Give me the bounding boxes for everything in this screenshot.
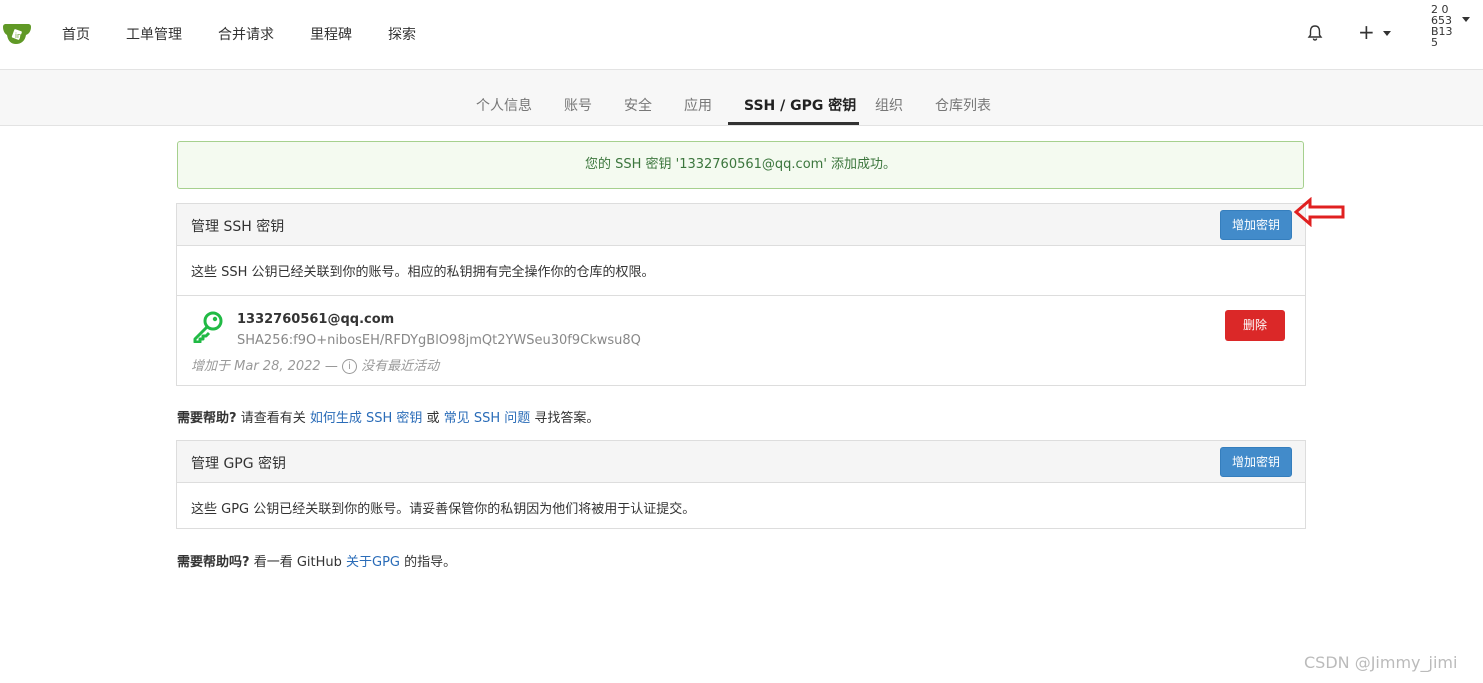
add-ssh-key-button[interactable]: 增加密钥 [1220, 210, 1292, 240]
gpg-help-text2: 的指导。 [404, 555, 457, 570]
ssh-help-text2: 或 [426, 411, 440, 426]
nav-home[interactable]: 首页 [62, 24, 90, 44]
ssh-key-item: 1332760561@qq.com SHA256:f9O+nibosEH/RFD… [177, 296, 1305, 385]
create-new-button[interactable]: + [1358, 22, 1375, 42]
ssh-keys-panel: 管理 SSH 密钥 增加密钥 这些 SSH 公钥已经关联到你的账号。相应的私钥拥… [176, 203, 1306, 386]
ssh-key-fingerprint: SHA256:f9O+nibosEH/RFDYgBlO98jmQt2YWSeu3… [237, 333, 641, 348]
ssh-panel-title: 管理 SSH 密钥 [191, 219, 285, 235]
nav-milestones[interactable]: 里程碑 [310, 24, 352, 44]
ssh-panel-header: 管理 SSH 密钥 增加密钥 [177, 204, 1305, 246]
tab-repositories[interactable]: 仓库列表 [935, 95, 991, 115]
gpg-keys-panel: 管理 GPG 密钥 增加密钥 这些 GPG 公钥已经关联到你的账号。请妥善保管你… [176, 440, 1306, 529]
gpg-help-text1: 看一看 GitHub [253, 555, 342, 570]
ssh-help-text1: 请查看有关 [240, 411, 306, 426]
nav-explore[interactable]: 探索 [388, 24, 416, 44]
ssh-key-meta: 增加于 Mar 28, 2022 — i 没有最近活动 [191, 355, 439, 374]
add-gpg-key-button[interactable]: 增加密钥 [1220, 447, 1292, 477]
ssh-key-added-date: 增加于 Mar 28, 2022 — [191, 359, 338, 374]
success-flash-message: 您的 SSH 密钥 '1332760561@qq.com' 添加成功。 [177, 141, 1304, 189]
tab-security[interactable]: 安全 [624, 95, 652, 115]
create-dropdown-caret-icon[interactable] [1383, 31, 1391, 36]
tab-profile[interactable]: 个人信息 [476, 95, 532, 115]
notification-bell-icon[interactable] [1306, 24, 1324, 42]
tab-organizations[interactable]: 组织 [875, 95, 903, 115]
info-icon: i [341, 359, 357, 374]
active-tab-indicator [728, 122, 859, 125]
settings-tabs: 个人信息 账号 安全 应用 SSH / GPG 密钥 组织 仓库列表 [0, 70, 1483, 126]
ssh-help-text3: 寻找答案。 [534, 411, 600, 426]
ssh-key-name: 1332760561@qq.com [237, 312, 395, 327]
user-menu-caret-icon[interactable] [1462, 17, 1470, 22]
gpg-panel-header: 管理 GPG 密钥 增加密钥 [177, 441, 1305, 483]
ssh-help-text: 需要帮助? 请查看有关 如何生成 SSH 密钥 或 常见 SSH 问题 寻找答案… [177, 407, 599, 426]
nav-issues[interactable]: 工单管理 [126, 24, 182, 44]
gpg-help-prefix: 需要帮助吗? [177, 555, 250, 570]
about-gpg-link[interactable]: 关于GPG [346, 555, 400, 570]
tab-ssh-gpg-keys[interactable]: SSH / GPG 密钥 [744, 95, 856, 115]
ssh-key-activity: 没有最近活动 [361, 359, 440, 374]
ssh-description: 这些 SSH 公钥已经关联到你的账号。相应的私钥拥有完全操作你的仓库的权限。 [191, 265, 655, 280]
tab-applications[interactable]: 应用 [684, 95, 712, 115]
watermark: CSDN @Jimmy_jimi [1304, 653, 1458, 672]
delete-ssh-key-button[interactable]: 删除 [1225, 310, 1285, 341]
gpg-description: 这些 GPG 公钥已经关联到你的账号。请妥善保管你的私钥因为他们将被用于认证提交… [191, 502, 696, 517]
ssh-faq-link[interactable]: 常见 SSH 问题 [444, 411, 531, 426]
key-icon [193, 311, 223, 343]
gpg-help-text: 需要帮助吗? 看一看 GitHub 关于GPG 的指导。 [177, 551, 456, 570]
ssh-help-prefix: 需要帮助? [177, 411, 237, 426]
gpg-panel-title: 管理 GPG 密钥 [191, 456, 287, 472]
nav-pull-requests[interactable]: 合并请求 [218, 24, 274, 44]
svg-text:in: in [15, 32, 21, 40]
tab-account[interactable]: 账号 [564, 95, 592, 115]
top-navbar: in 首页 工单管理 合并请求 里程碑 探索 + 2 0 653 B13 5 [0, 0, 1483, 70]
annotation-arrow-icon [1294, 197, 1345, 227]
avatar[interactable]: 2 0 653 B13 5 [1431, 4, 1455, 64]
generate-ssh-key-link[interactable]: 如何生成 SSH 密钥 [310, 411, 423, 426]
gitea-logo-icon[interactable]: in [2, 22, 32, 46]
